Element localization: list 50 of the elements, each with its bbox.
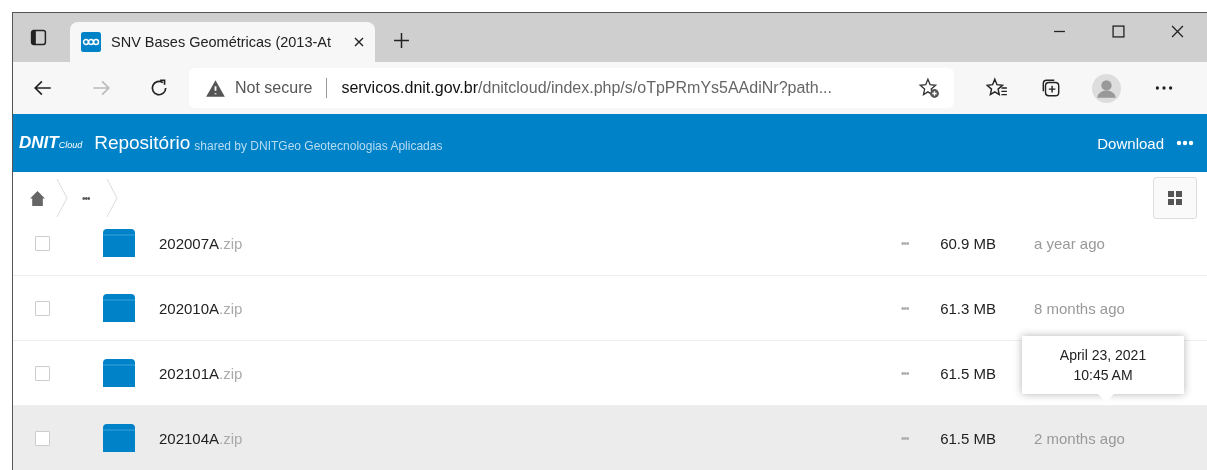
site-favicon-icon bbox=[81, 32, 101, 52]
checkbox[interactable] bbox=[35, 365, 50, 381]
logo[interactable]: DNITCloud bbox=[19, 133, 83, 153]
close-tab-icon[interactable] bbox=[353, 36, 365, 48]
file-icon bbox=[103, 294, 135, 322]
breadcrumb-ellipsis[interactable]: ••• bbox=[82, 192, 90, 204]
close-icon[interactable] bbox=[1171, 25, 1184, 38]
file-size: 61.5 MB bbox=[939, 429, 996, 447]
refresh-icon[interactable] bbox=[149, 78, 169, 98]
tab-title: SNV Bases Geométricas (2013-At bbox=[111, 34, 332, 50]
file-name[interactable]: 202007A.zip bbox=[159, 234, 759, 252]
new-tab-icon[interactable] bbox=[393, 32, 410, 49]
breadcrumb-separator-icon bbox=[105, 178, 118, 218]
checkbox[interactable] bbox=[35, 430, 50, 446]
url-text: servicos.dnit.gov.br/dnitcloud/index.php/s/oTpPRmYs5AAdiNr?path... bbox=[341, 79, 833, 97]
add-favorite-icon[interactable] bbox=[918, 77, 940, 99]
file-row[interactable]: 202007A.zip ••• 60.9 MB a year ago bbox=[13, 211, 1207, 276]
profile-avatar-icon[interactable] bbox=[1092, 73, 1121, 103]
address-bar[interactable]: Not secure servicos.dnit.gov.br/dnitcloud/index.php/s/oTpPRmYs5AAdiNr?path... bbox=[189, 68, 954, 108]
collections-icon[interactable] bbox=[1040, 77, 1062, 99]
download-link[interactable]: Download bbox=[1097, 134, 1164, 152]
tab-actions-icon[interactable] bbox=[30, 29, 47, 46]
browser-tab[interactable]: SNV Bases Geométricas (2013-At bbox=[70, 22, 375, 62]
maximize-icon[interactable] bbox=[1112, 25, 1125, 38]
file-row[interactable]: 202104A.zip ••• 61.5 MB 2 months ago bbox=[13, 406, 1207, 470]
home-icon[interactable] bbox=[29, 189, 46, 207]
file-name[interactable]: 202101A.zip bbox=[159, 364, 759, 382]
favorites-icon[interactable] bbox=[986, 77, 1008, 99]
file-size: 61.5 MB bbox=[939, 364, 996, 382]
file-icon bbox=[103, 424, 135, 452]
file-name[interactable]: 202104A.zip bbox=[159, 429, 759, 447]
security-label: Not secure bbox=[235, 79, 313, 97]
modified-date: a year ago bbox=[1034, 234, 1105, 252]
checkbox[interactable] bbox=[35, 300, 50, 316]
file-row[interactable]: 202101A.zip ••• 61.5 MB April 23, 2021 10:45 AM bbox=[13, 341, 1207, 406]
modified-date: 8 months ago bbox=[1034, 299, 1125, 317]
shared-by-text: shared by DNITGeo Geotecnologias Aplicadas bbox=[194, 139, 443, 153]
grid-icon bbox=[1167, 190, 1183, 206]
file-size: 61.3 MB bbox=[939, 299, 996, 317]
file-icon bbox=[103, 229, 135, 257]
warning-icon bbox=[205, 78, 226, 98]
breadcrumb-separator-icon bbox=[56, 178, 68, 218]
grid-view-button[interactable] bbox=[1153, 177, 1197, 219]
back-arrow-icon[interactable] bbox=[33, 78, 53, 98]
page-title: Repositório bbox=[94, 132, 191, 154]
file-name[interactable]: 202010A.zip bbox=[159, 299, 759, 317]
checkbox[interactable] bbox=[35, 235, 50, 251]
file-icon bbox=[103, 359, 135, 387]
file-size: 60.9 MB bbox=[939, 234, 996, 252]
modified-date: 2 months ago bbox=[1034, 429, 1125, 447]
